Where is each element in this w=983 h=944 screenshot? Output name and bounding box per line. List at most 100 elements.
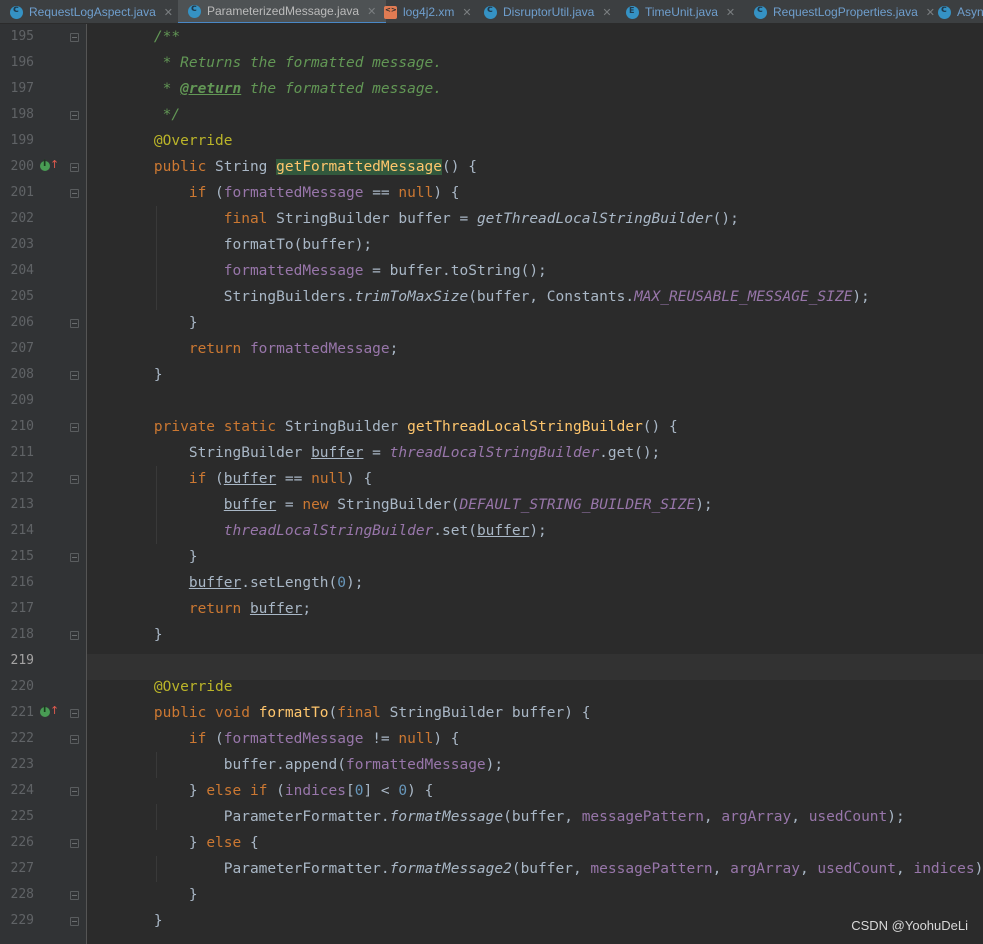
close-tab-icon[interactable]: ✕ [602,6,611,19]
fold-toggle-icon[interactable] [70,111,79,120]
code-token: getThreadLocalStringBuilder [476,211,713,227]
code-token: new [302,497,338,513]
tab-asyn[interactable]: Asyn [928,0,983,23]
code-token: .set( [433,523,477,539]
line-number: 223 [10,757,34,772]
fold-toggle-icon[interactable] [70,475,79,484]
indent-guide [156,466,157,544]
line-number: 224 [10,783,34,798]
line-number: 217 [10,601,34,616]
line-number: 202 [10,211,34,226]
close-tab-icon[interactable]: ✕ [164,6,173,19]
code-editor[interactable]: 195 196 197 198 199 200 ↑ 201 202 203 204 205 206 207… [0,24,983,944]
line-number: 220 [10,679,34,694]
line-number: 213 [10,497,34,512]
fold-toggle-icon[interactable] [70,787,79,796]
fold-toggle-icon[interactable] [70,891,79,900]
code-line: formattedMessage = buffer.toString(); [119,258,547,284]
code-token: getThreadLocalStringBuilder [407,419,643,435]
tab-timeunit-java[interactable]: TimeUnit.java ✕ [616,0,745,23]
code-token: ); [974,861,983,877]
code-token: DEFAULT_STRING_BUILDER_SIZE [459,497,696,513]
code-token: * [119,81,181,97]
code-token: if [188,185,216,201]
code-token: formattedMessage [345,757,486,773]
code-line: } [119,622,163,648]
code-token: StringBuilder( [337,497,460,513]
code-token: getFormattedMessage [276,159,443,175]
close-tab-icon[interactable]: ✕ [462,6,471,19]
code-token: StringBuilders. [119,289,355,305]
fold-toggle-icon[interactable] [70,33,79,42]
tab-log4j2-xm[interactable]: log4j2.xm ✕ [374,0,482,23]
tab-label: log4j2.xm [403,5,455,19]
code-token: StringBuilder [119,445,312,461]
fold-toggle-icon[interactable] [70,553,79,562]
code-token: } [119,549,198,565]
code-token: } [119,783,207,799]
fold-toggle-icon[interactable] [70,371,79,380]
line-number: 196 [10,55,34,70]
code-token: * Returns the formatted message. [119,55,443,71]
indent-guide [156,752,157,778]
fold-toggle-icon[interactable] [70,631,79,640]
code-line: threadLocalStringBuilder.set(buffer); [119,518,547,544]
code-token: ( [215,471,224,487]
line-number: 227 [10,861,34,876]
line-number: 226 [10,835,34,850]
line-number: 203 [10,237,34,252]
fold-toggle-icon[interactable] [70,423,79,432]
code-token: ); [887,809,905,825]
code-token: ] < [363,783,399,799]
code-line: ParameterFormatter.formatMessage2(buffer… [119,856,983,882]
fold-toggle-icon[interactable] [70,319,79,328]
code-token: threadLocalStringBuilder [223,523,434,539]
fold-toggle-icon[interactable] [70,735,79,744]
code-token: } [119,315,198,331]
code-token: } [119,367,163,383]
code-token: , [703,809,722,825]
line-number: 219 [10,653,34,668]
fold-toggle-icon[interactable] [70,709,79,718]
code-line: ParameterFormatter.formatMessage(buffer,… [119,804,905,830]
line-number: 211 [10,445,34,460]
code-token: ; [389,341,399,357]
code-token: buffer.append( [119,757,346,773]
line-number: 199 [10,133,34,148]
code-line: } [119,362,163,388]
fold-toggle-icon[interactable] [70,917,79,926]
fold-toggle-icon[interactable] [70,189,79,198]
line-number-gutter: 195 196 197 198 199 200 ↑ 201 202 203 204 205 206 207… [0,24,86,944]
tab-requestlogaspect-java[interactable]: RequestLogAspect.java ✕ [0,0,183,23]
class-icon [938,4,951,19]
code-line: } [119,544,198,570]
fold-toggle-icon[interactable] [70,839,79,848]
close-tab-icon[interactable]: ✕ [726,6,735,19]
code-token: /** [119,29,181,45]
tab-label: RequestLogProperties.java [773,5,918,19]
code-line: public void formatTo(final StringBuilder… [119,700,591,726]
code-token: return [188,601,250,617]
code-token: MAX_REUSABLE_MESSAGE_SIZE [634,289,853,305]
code-token: (buffer, [503,809,582,825]
code-line: } [119,310,198,336]
tab-parameterizedmessage-java[interactable]: ParameterizedMessage.java✕ [178,0,387,23]
tab-label: ParameterizedMessage.java [207,4,360,18]
class-icon [188,3,201,18]
implements-method-icon[interactable]: ↑ [40,158,59,174]
tab-requestlogproperties-java[interactable]: RequestLogProperties.java✕ [744,0,945,23]
code-token: ( [215,731,224,747]
code-token: ); [346,575,364,591]
code-token: ( [215,185,224,201]
code-token: [ [346,783,355,799]
enum-icon [626,5,639,19]
code-token: public [153,159,216,175]
tab-disruptorutil-java[interactable]: DisruptorUtil.java ✕ [474,0,622,23]
implements-method-icon[interactable]: ↑ [40,704,59,720]
fold-toggle-icon[interactable] [70,163,79,172]
line-number: 214 [10,523,34,538]
